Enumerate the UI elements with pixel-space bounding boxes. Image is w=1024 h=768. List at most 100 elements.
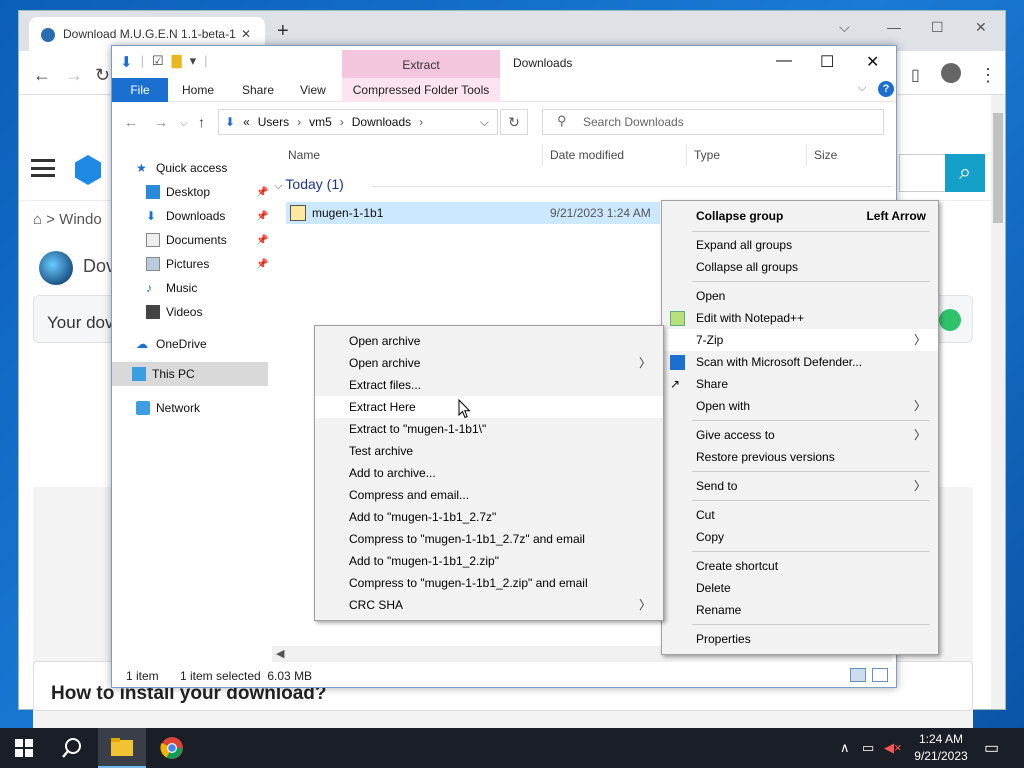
- forward-arrow-icon[interactable]: →: [65, 65, 83, 86]
- address-prefix[interactable]: «: [243, 115, 250, 129]
- ribbon-tab-view[interactable]: View: [300, 78, 326, 102]
- extract-context-tab[interactable]: Extract: [342, 50, 500, 78]
- submenu-test-archive[interactable]: Test archive: [315, 440, 663, 462]
- address-bar[interactable]: ⬇ « Users › vm5 › Downloads › ⌵: [218, 109, 498, 135]
- menu-open-with[interactable]: Open with 〉: [662, 395, 938, 417]
- nav-videos[interactable]: Videos: [146, 300, 270, 324]
- back-arrow-icon[interactable]: ←: [33, 65, 51, 86]
- close-tab-icon[interactable]: ✕: [241, 27, 255, 41]
- menu-expand-all[interactable]: Expand all groups: [662, 234, 938, 256]
- taskbar-file-explorer[interactable]: [98, 728, 146, 768]
- column-type[interactable]: Type: [694, 148, 720, 162]
- submenu-compress-zip-email[interactable]: Compress to "mugen-1-1b1_2.zip" and emai…: [315, 572, 663, 594]
- menu-edit-notepad[interactable]: Edit with Notepad++: [662, 307, 938, 329]
- volume-muted-icon[interactable]: ◀×: [884, 740, 902, 756]
- nav-onedrive[interactable]: ☁ OneDrive: [136, 332, 270, 356]
- notifications-icon[interactable]: ▭: [984, 738, 999, 758]
- menu-properties[interactable]: Properties: [662, 628, 938, 650]
- nav-downloads[interactable]: ⬇ Downloads 📌: [146, 204, 270, 228]
- ribbon-tab-share[interactable]: Share: [242, 78, 274, 102]
- nav-music[interactable]: ♪ Music: [146, 276, 270, 300]
- submenu-add-to-archive[interactable]: Add to archive...: [315, 462, 663, 484]
- site-search-icon[interactable]: ⌕: [945, 154, 985, 192]
- help-icon[interactable]: ?: [878, 81, 894, 97]
- browser-maximize-button[interactable]: ☐: [931, 19, 944, 36]
- group-header-today[interactable]: ⌵ Today (1): [274, 176, 892, 198]
- crumb-downloads[interactable]: Downloads: [352, 115, 411, 129]
- crumb-vm5[interactable]: vm5: [309, 115, 332, 129]
- menu-collapse-all[interactable]: Collapse all groups: [662, 256, 938, 278]
- sidepanel-icon[interactable]: ▯: [911, 65, 920, 85]
- menu-share[interactable]: ↗ Share: [662, 373, 938, 395]
- large-icons-view-icon[interactable]: [872, 668, 888, 682]
- hamburger-menu-icon[interactable]: [31, 159, 55, 177]
- menu-rename[interactable]: Rename: [662, 599, 938, 621]
- column-separator[interactable]: [542, 144, 543, 166]
- reload-icon[interactable]: ↻: [95, 65, 110, 86]
- column-separator[interactable]: [806, 144, 807, 166]
- up-arrow-icon[interactable]: ↑: [198, 114, 205, 130]
- submenu-open-archive-more[interactable]: Open archive 〉: [315, 352, 663, 374]
- browser-chevron-icon[interactable]: ⌵: [839, 19, 850, 36]
- taskbar-search-button[interactable]: [48, 728, 96, 768]
- menu-delete[interactable]: Delete: [662, 577, 938, 599]
- browser-close-button[interactable]: ✕: [975, 19, 987, 36]
- explorer-maximize-button[interactable]: ☐: [820, 52, 834, 72]
- details-view-icon[interactable]: [850, 668, 866, 682]
- menu-cut[interactable]: Cut: [662, 504, 938, 526]
- qat-dropdown-icon[interactable]: ▾: [190, 53, 197, 71]
- start-button[interactable]: [0, 728, 48, 768]
- column-size[interactable]: Size: [814, 148, 837, 162]
- new-folder-icon[interactable]: ▇: [172, 53, 182, 71]
- nav-documents[interactable]: Documents 📌: [146, 228, 270, 252]
- menu-copy[interactable]: Copy: [662, 526, 938, 548]
- taskbar-chrome[interactable]: [148, 728, 196, 768]
- nav-quick-access[interactable]: ★ Quick access: [136, 156, 270, 180]
- taskbar-clock[interactable]: 1:24 AM 9/21/2023: [904, 731, 978, 765]
- menu-collapse-group[interactable]: Collapse group Left Arrow: [662, 205, 938, 227]
- menu-create-shortcut[interactable]: Create shortcut: [662, 555, 938, 577]
- submenu-extract-here[interactable]: Extract Here: [315, 396, 663, 418]
- ribbon-tab-home[interactable]: Home: [182, 78, 214, 102]
- site-search-input[interactable]: [899, 154, 945, 192]
- home-icon[interactable]: ⌂: [33, 211, 46, 228]
- address-dropdown-icon[interactable]: ⌵: [480, 115, 489, 130]
- menu-give-access[interactable]: Give access to 〉: [662, 424, 938, 446]
- search-downloads-input[interactable]: ⚲ Search Downloads: [542, 109, 884, 135]
- submenu-compress-7z-email[interactable]: Compress to "mugen-1-1b1_2.7z" and email: [315, 528, 663, 550]
- browser-scrollbar[interactable]: [991, 95, 1005, 709]
- menu-send-to[interactable]: Send to 〉: [662, 475, 938, 497]
- ribbon-expand-icon[interactable]: ⌵: [858, 82, 866, 95]
- properties-check-icon[interactable]: ☑: [152, 53, 164, 71]
- nav-this-pc[interactable]: This PC: [112, 362, 268, 386]
- nav-desktop[interactable]: Desktop 📌: [146, 180, 270, 204]
- recent-locations-icon[interactable]: ⌵: [180, 118, 188, 129]
- submenu-add-zip[interactable]: Add to "mugen-1-1b1_2.zip": [315, 550, 663, 572]
- menu-restore-versions[interactable]: Restore previous versions: [662, 446, 938, 468]
- ribbon-tab-file[interactable]: File: [112, 78, 168, 102]
- nav-pictures[interactable]: Pictures 📌: [146, 252, 270, 276]
- nav-network[interactable]: Network: [136, 396, 270, 420]
- explorer-minimize-button[interactable]: —: [776, 52, 792, 70]
- submenu-crc-sha[interactable]: CRC SHA 〉: [315, 594, 663, 616]
- explorer-forward-icon[interactable]: →: [154, 114, 168, 130]
- kebab-menu-icon[interactable]: ⋮: [979, 65, 997, 86]
- column-date[interactable]: Date modified: [550, 148, 624, 162]
- refresh-button[interactable]: ↻: [500, 109, 528, 135]
- crumb-users[interactable]: Users: [258, 115, 289, 129]
- network-status-icon[interactable]: ▭: [862, 740, 874, 756]
- menu-scan-defender[interactable]: Scan with Microsoft Defender...: [662, 351, 938, 373]
- scroll-left-icon[interactable]: ◀: [276, 647, 284, 660]
- new-tab-button[interactable]: +: [277, 21, 289, 41]
- browser-minimize-button[interactable]: —: [887, 19, 901, 35]
- submenu-extract-to[interactable]: Extract to "mugen-1-1b1\": [315, 418, 663, 440]
- menu-7zip[interactable]: 7-Zip 〉: [662, 329, 938, 351]
- submenu-add-7z[interactable]: Add to "mugen-1-1b1_2.7z": [315, 506, 663, 528]
- submenu-compress-email[interactable]: Compress and email...: [315, 484, 663, 506]
- profile-avatar-icon[interactable]: [941, 63, 961, 83]
- explorer-back-icon[interactable]: ←: [124, 114, 138, 130]
- column-separator[interactable]: [686, 144, 687, 166]
- ribbon-tab-compressed[interactable]: Compressed Folder Tools: [342, 78, 500, 102]
- submenu-open-archive[interactable]: Open archive: [315, 330, 663, 352]
- collapse-chevron-icon[interactable]: ⌵: [274, 180, 285, 192]
